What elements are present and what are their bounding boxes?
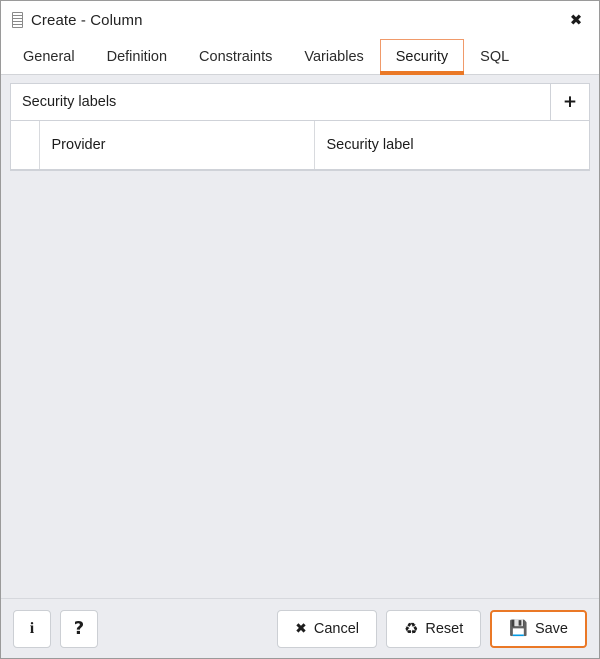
add-row-icon[interactable]: + [550, 84, 589, 120]
dialog-title-group: Create - Column [12, 12, 143, 29]
table-header: Provider Security label [11, 121, 589, 170]
close-x-icon: ✖ [295, 620, 307, 637]
column-header-actions [11, 121, 40, 170]
help-button[interactable]: ? [60, 609, 98, 648]
page-title: Create - Column [31, 11, 143, 29]
footer-left-actions: i ? [13, 609, 98, 648]
create-column-dialog: Create - Column ✖ General Definition Con… [0, 0, 600, 659]
tab-panel-security: Security labels + Provider Security labe… [1, 75, 599, 598]
info-button[interactable]: i [13, 609, 51, 648]
tab-definition[interactable]: Definition [91, 39, 183, 74]
tab-general[interactable]: General [7, 39, 91, 74]
question-mark-icon: ? [73, 617, 85, 639]
column-header-provider: Provider [39, 121, 315, 170]
tab-variables[interactable]: Variables [288, 39, 379, 74]
reset-button[interactable]: ♻ Reset [386, 609, 482, 648]
dialog-titlebar: Create - Column ✖ [1, 1, 599, 39]
tab-sql[interactable]: SQL [464, 39, 525, 74]
column-header-security-label: Security label [314, 121, 589, 170]
tab-bar: General Definition Constraints Variables… [1, 39, 599, 75]
security-labels-panel: Security labels + Provider Security labe… [10, 83, 590, 171]
floppy-disk-icon: 💾 [509, 619, 528, 637]
cancel-button-label: Cancel [313, 620, 360, 637]
column-icon [12, 12, 23, 28]
info-icon: i [29, 619, 35, 637]
save-button[interactable]: 💾 Save [490, 609, 587, 648]
cancel-button[interactable]: ✖ Cancel [277, 609, 378, 648]
security-labels-table: Provider Security label [11, 121, 589, 170]
tab-constraints[interactable]: Constraints [183, 39, 288, 74]
tab-security[interactable]: Security [379, 39, 465, 75]
table-header-row: Provider Security label [11, 121, 589, 170]
recycle-icon: ♻ [404, 618, 419, 638]
reset-button-label: Reset [425, 620, 464, 637]
dialog-footer: i ? ✖ Cancel ♻ Reset 💾 Save [1, 598, 599, 658]
footer-right-actions: ✖ Cancel ♻ Reset 💾 Save [277, 609, 587, 648]
close-icon[interactable]: ✖ [565, 9, 587, 31]
save-button-label: Save [534, 620, 568, 637]
security-labels-header: Security labels + [11, 84, 589, 121]
security-labels-title: Security labels [22, 94, 117, 110]
